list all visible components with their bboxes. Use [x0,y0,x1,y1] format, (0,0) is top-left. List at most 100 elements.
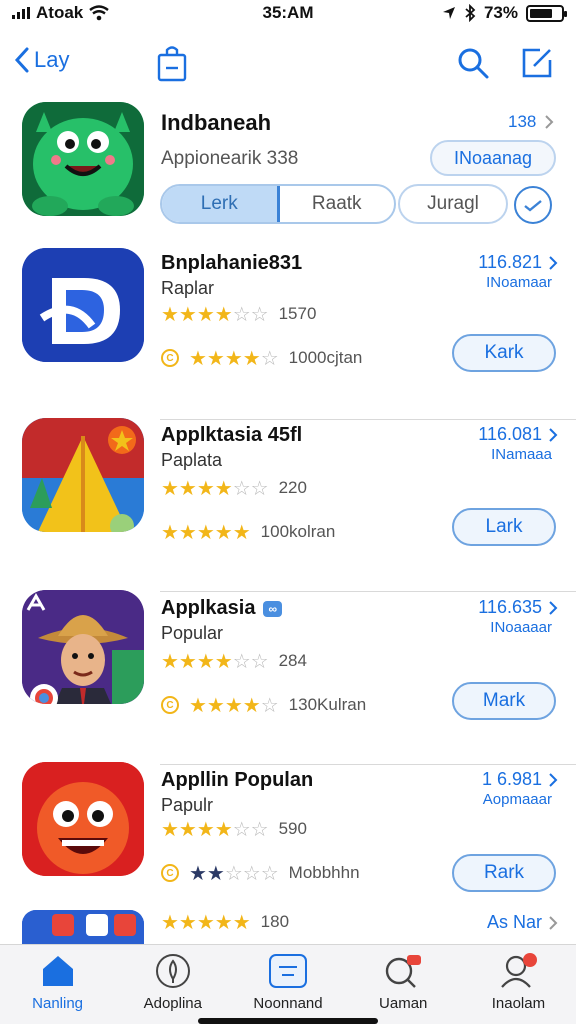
share-icon[interactable] [156,44,188,82]
app-name: Appllin Populan [161,769,314,791]
battery-icon [526,4,567,22]
review-stars: ★★★★★ 100kolran [161,520,335,544]
app-rank-value: 116.635 [478,597,542,617]
segmented-control: Lerk Raatk [160,184,396,224]
app-rank-sub: INamaaa [491,446,552,463]
app-rank[interactable]: 1 6.981 [482,769,558,790]
app-row[interactable]: Bnplahanie831 Raplar 116.821 INoamaar ★★… [0,248,576,420]
app-action-button[interactable]: Mark [452,682,556,720]
app-row[interactable]: Applkasia ∞ Popular 116.635 INoaaaar ★★★★… [0,590,576,765]
tab-uaman[interactable]: Uaman [346,945,461,1024]
home-indicator [198,1018,378,1024]
tab-bar: Nanling Adoplina Noonnand Uaman Inaolam [0,944,576,1024]
feather-icon [155,954,190,988]
bluetooth-icon [465,4,476,22]
star-icons: ★★☆☆☆ [189,861,279,885]
nav-bar: Lay [0,40,576,88]
tab-label: Adoplina [143,995,202,1012]
infinity-badge-icon: ∞ [263,600,283,617]
reviews-text: Mobbhhn [288,863,360,882]
app-category: Paplata [161,450,223,470]
app-name-text: Applkasia [161,597,256,619]
app-name: Applkasia ∞ [161,597,283,620]
tab-label: Nanling [32,995,84,1012]
star-icons: ★★★★☆☆ [161,476,269,500]
tab-noonnand[interactable]: Noonnand [230,945,345,1024]
star-icons: ★★★★☆ [189,346,279,370]
cowboy-icon [22,590,144,704]
featured-get-button[interactable]: INoaanag [430,140,556,176]
review-stars: C ★★★★☆ 130Kulran [161,693,366,717]
orange-face-icon [22,762,144,876]
featured-app-icon[interactable] [22,102,144,216]
carrier-label: Atoak [36,3,84,22]
app-category: Papulr [161,795,214,815]
back-label: Lay [34,47,70,72]
star-icons: ★★★★★ [161,520,251,544]
review-stars: C ★★☆☆☆ Mobbhhn [161,861,360,885]
star-icons: ★★★★★ [161,910,251,934]
app-icon[interactable] [22,762,144,876]
rating-stars: ★★★★☆☆ 1570 [161,302,316,326]
featured-title: Indbaneah [161,110,272,135]
back-button[interactable]: Lay [14,46,69,74]
chevron-right-icon [549,427,558,442]
chevron-right-icon [549,772,558,787]
review-stars: C ★★★★☆ 1000cjtan [161,346,362,370]
tab-nanling[interactable]: Nanling [0,945,115,1024]
tab-adoplina[interactable]: Adoplina [115,945,230,1024]
rating-count: 590 [278,819,307,838]
rating-count: 284 [278,651,307,670]
star-icons: ★★★★☆ [189,693,279,717]
rating-stars: ★★★★☆☆ 590 [161,817,307,841]
status-bar: Atoak 35:AM 73% [0,0,576,26]
app-rank-value: 1 6.981 [481,769,542,789]
app-action-button[interactable]: Lark [452,508,556,546]
app-category: Raplar [161,278,215,298]
badge-icon: C [161,696,179,714]
app-icon[interactable] [22,910,144,944]
reviews-text: 1000cjtan [288,348,363,367]
featured-rank[interactable]: 138 [508,112,554,132]
check-icon [524,200,542,212]
game-tiles-icon [22,910,144,944]
letter-d-icon [22,248,144,362]
app-row[interactable]: Applktasia 45fl Paplata 116.081 INamaaa … [0,418,576,592]
app-rank-value: As Nar [486,912,542,932]
app-rank[interactable]: 116.635 [478,597,558,618]
person-icon [501,953,538,988]
star-icons: ★★★★☆☆ [161,817,269,841]
chevron-right-icon [545,115,554,129]
app-icon[interactable] [22,248,144,362]
app-row-partial[interactable]: ★★★★★ 180 As Nar [0,910,576,944]
featured-app: Indbaneah Appionearik 338 138 INoaanag L… [0,100,576,230]
segment-raatk[interactable]: Raatk [280,186,395,222]
segment-lerk[interactable]: Lerk [162,186,280,222]
rating-stars: ★★★★★ 180 [161,910,289,934]
tab-label: Noonnand [253,995,323,1012]
app-action-button[interactable]: Rark [452,854,556,892]
rating-stars: ★★★★☆☆ 220 [161,476,307,500]
featured-subtitle: Appionearik 338 [161,148,299,169]
chevron-right-icon [549,600,558,615]
tab-label: Inaolam [491,995,546,1012]
tent-game-icon [22,418,144,532]
app-rank[interactable]: 116.081 [478,424,558,445]
tab-label: Uaman [379,995,428,1012]
app-rank[interactable]: As Nar [487,912,558,933]
tab-inaolam[interactable]: Inaolam [461,945,576,1024]
app-rank-value: 116.821 [478,252,542,272]
app-action-button[interactable]: Kark [452,334,556,372]
wifi-icon [89,5,109,21]
app-rank[interactable]: 116.821 [478,252,558,273]
search-icon[interactable] [456,46,490,80]
compose-icon[interactable] [520,46,554,80]
filter-button[interactable] [514,186,552,224]
app-icon[interactable] [22,590,144,704]
app-icon[interactable] [22,418,144,532]
rating-stars: ★★★★☆☆ 284 [161,649,307,673]
star-icons: ★★★★☆☆ [161,649,269,673]
house-icon [42,956,73,986]
app-name: Applktasia 45fl [161,424,303,446]
segment-juragl[interactable]: Juragl [398,184,508,224]
